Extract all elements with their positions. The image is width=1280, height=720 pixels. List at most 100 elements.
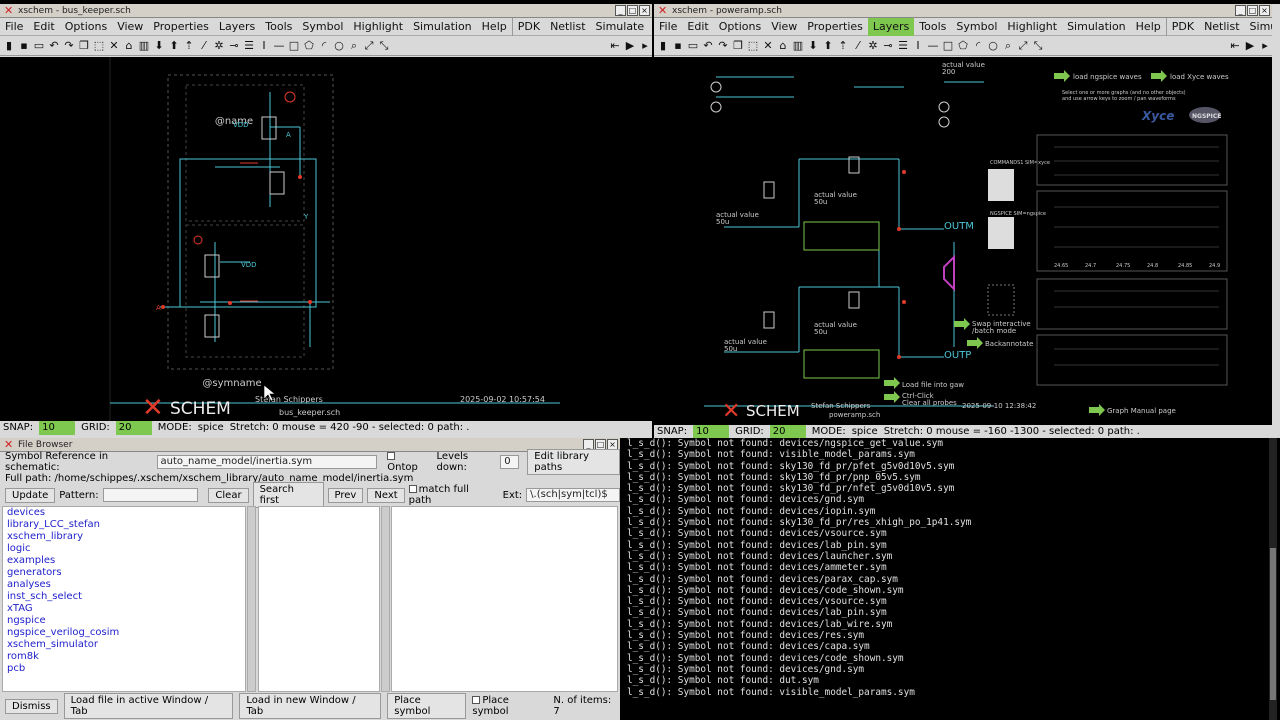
play-icon[interactable]: ▶: [1243, 39, 1257, 53]
text-icon[interactable]: I: [257, 39, 271, 53]
library-list-scrollbar[interactable]: [247, 506, 256, 692]
match-full-path-checkbox[interactable]: match full path: [408, 484, 495, 506]
open-icon[interactable]: ▭: [686, 39, 700, 53]
zoom-icon[interactable]: ⌕: [347, 39, 361, 53]
backannotate-link[interactable]: Backannotate: [985, 340, 1033, 348]
push-icon[interactable]: ⬆: [167, 39, 181, 53]
menu-symbol[interactable]: Symbol: [951, 18, 1002, 36]
library-item[interactable]: xTAG: [3, 603, 245, 615]
component-icon[interactable]: ✲: [212, 39, 226, 53]
line-icon[interactable]: —: [926, 39, 940, 53]
circle-icon[interactable]: ○: [332, 39, 346, 53]
maximize-button[interactable]: □: [627, 5, 638, 16]
menu-highlight[interactable]: Highlight: [348, 18, 408, 36]
update-button[interactable]: Update: [5, 487, 56, 503]
left-schematic-canvas[interactable]: @name VDD VDD A A Y @symname ✕ SCHEM Ste…: [0, 57, 652, 421]
menu-view[interactable]: View: [112, 18, 148, 36]
bus-icon[interactable]: ☰: [896, 39, 910, 53]
close-button[interactable]: ×: [639, 5, 650, 16]
line-icon[interactable]: —: [272, 39, 286, 53]
pin-icon[interactable]: ⊸: [227, 39, 241, 53]
library-item[interactable]: examples: [3, 555, 245, 567]
menu-waves[interactable]: Waves: [649, 18, 652, 36]
down-icon[interactable]: ⬇: [152, 39, 166, 53]
arc-icon[interactable]: ◜: [317, 39, 331, 53]
fullscreen-icon[interactable]: ⤡: [377, 39, 391, 53]
menu-pdk[interactable]: PDK: [511, 17, 545, 36]
forward-icon[interactable]: ▸: [638, 39, 652, 53]
menu-properties[interactable]: Properties: [802, 18, 868, 36]
menu-pdk[interactable]: PDK: [1165, 17, 1199, 36]
symbol-icon[interactable]: ⌂: [776, 39, 790, 53]
directory-list-scrollbar[interactable]: [381, 506, 390, 692]
menu-properties[interactable]: Properties: [148, 18, 214, 36]
levels-input[interactable]: 0: [500, 455, 520, 469]
directory-list[interactable]: [258, 506, 380, 692]
minimize-button[interactable]: _: [1235, 5, 1246, 16]
ext-input[interactable]: \.(sch|sym|tcl)$: [526, 488, 620, 502]
waveform-graphs[interactable]: [1036, 134, 1228, 386]
undo-icon[interactable]: ↶: [47, 39, 61, 53]
stretch-icon[interactable]: ⤢: [362, 39, 376, 53]
menu-layers[interactable]: Layers: [867, 17, 915, 36]
poly-icon[interactable]: ⬠: [302, 39, 316, 53]
pop-icon[interactable]: ⇡: [182, 39, 196, 53]
menu-netlist[interactable]: Netlist: [1199, 18, 1244, 36]
pattern-input[interactable]: [102, 488, 199, 502]
save-icon[interactable]: ▪: [17, 39, 31, 53]
stretch-icon[interactable]: ⤢: [1016, 39, 1030, 53]
library-list[interactable]: devices library_LCC_stefan xschem_library l…: [2, 506, 246, 692]
redo-icon[interactable]: ↷: [62, 39, 76, 53]
copy-icon[interactable]: ❐: [731, 39, 745, 53]
rect-icon[interactable]: □: [287, 39, 301, 53]
play-icon[interactable]: ▶: [623, 39, 637, 53]
menu-highlight[interactable]: Highlight: [1002, 18, 1062, 36]
maximize-button[interactable]: □: [1247, 5, 1258, 16]
dismiss-button[interactable]: Dismiss: [5, 698, 58, 714]
pin-icon[interactable]: ⊸: [881, 39, 895, 53]
library-item[interactable]: inst_sch_select: [3, 591, 245, 603]
redo-icon[interactable]: ↷: [716, 39, 730, 53]
place-symbol-button[interactable]: Place symbol: [387, 693, 467, 719]
menu-layers[interactable]: Layers: [214, 18, 260, 36]
right-window-scrollbar[interactable]: [1272, 4, 1280, 438]
wire-icon[interactable]: ⁄: [197, 39, 211, 53]
grid-value[interactable]: 20: [115, 421, 152, 435]
zoom-icon[interactable]: ⌕: [1001, 39, 1015, 53]
wire-icon[interactable]: ⁄: [851, 39, 865, 53]
menu-simulate[interactable]: Simulate: [591, 18, 650, 36]
undo-icon[interactable]: ↶: [701, 39, 715, 53]
menu-tools[interactable]: Tools: [260, 18, 297, 36]
load-new-window-button[interactable]: Load in new Window / Tab: [239, 693, 382, 719]
library-item[interactable]: ngspice: [3, 615, 245, 627]
bus-icon[interactable]: ☰: [242, 39, 256, 53]
library-item[interactable]: generators: [3, 567, 245, 579]
swap-interactive-2[interactable]: /batch mode: [972, 327, 1016, 335]
right-title-bar[interactable]: ✕ xschem - poweramp.sch _ □ ×: [654, 4, 1272, 18]
open-icon[interactable]: ▭: [32, 39, 46, 53]
netlist-icon[interactable]: ▥: [137, 39, 151, 53]
poly-icon[interactable]: ⬠: [956, 39, 970, 53]
menu-help[interactable]: Help: [477, 18, 512, 36]
menu-simulation[interactable]: Simulation: [408, 18, 477, 36]
menu-help[interactable]: Help: [1131, 18, 1166, 36]
library-item[interactable]: rom8k: [3, 651, 245, 663]
left-title-bar[interactable]: ✕ xschem - bus_keeper.sch _ □ ×: [0, 4, 652, 18]
push-icon[interactable]: ⬆: [821, 39, 835, 53]
menu-view[interactable]: View: [766, 18, 802, 36]
symref-input[interactable]: auto_name_model/inertia.sym: [156, 455, 378, 469]
library-item[interactable]: xschem_library: [3, 531, 245, 543]
clear-button[interactable]: Clear: [208, 487, 249, 503]
load-gaw-link[interactable]: Load file into gaw: [902, 381, 964, 389]
library-item[interactable]: devices: [3, 507, 245, 519]
load-active-window-button[interactable]: Load file in active Window / Tab: [63, 693, 234, 719]
library-item[interactable]: xschem_simulator: [3, 639, 245, 651]
right-schematic-canvas[interactable]: OUTM OUTP actual value 50u actual value …: [654, 57, 1272, 425]
menu-symbol[interactable]: Symbol: [297, 18, 348, 36]
new-icon[interactable]: ▮: [656, 39, 670, 53]
netlist-icon[interactable]: ▥: [791, 39, 805, 53]
menu-tools[interactable]: Tools: [914, 18, 951, 36]
minimize-button[interactable]: _: [615, 5, 626, 16]
file-list[interactable]: [391, 506, 618, 692]
menu-edit[interactable]: Edit: [682, 18, 713, 36]
